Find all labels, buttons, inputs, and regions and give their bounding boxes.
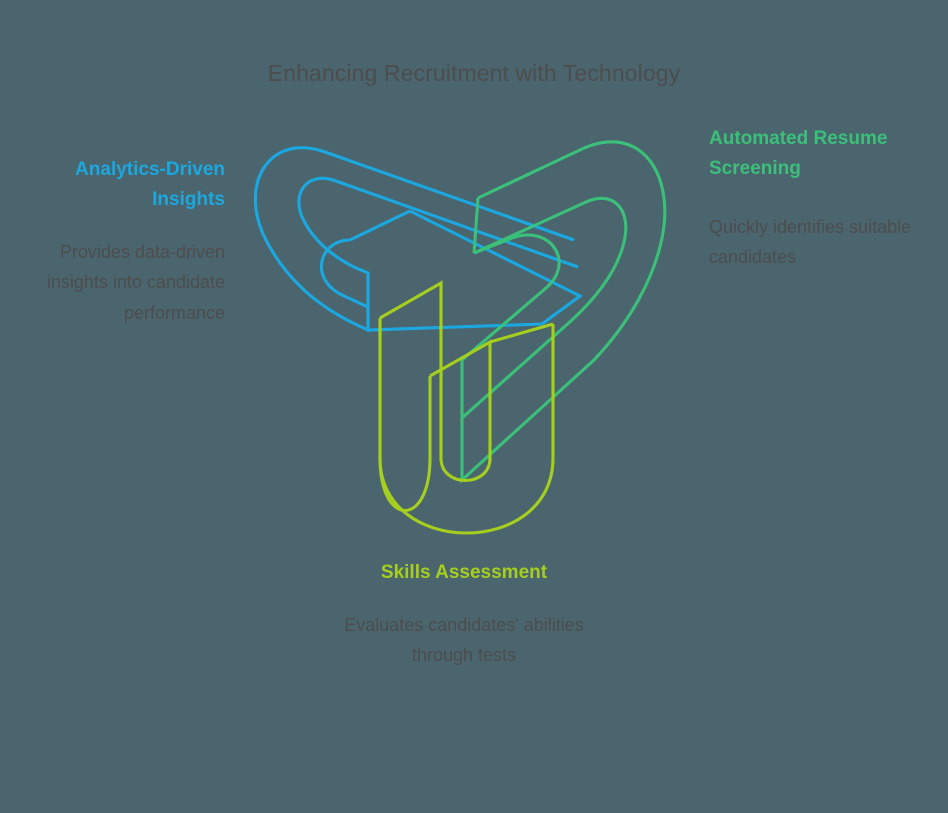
node-screening-heading: Automated Resume Screening [709, 128, 888, 180]
page-title: Enhancing Recruitment with Technology [267, 60, 681, 86]
node-screening-description: Quickly identifies suitable candidates [709, 217, 912, 268]
interlocking-trefoil-knot-graphic [250, 128, 680, 538]
analytics-arm-inner-top [349, 209, 411, 242]
node-analytics-heading: Analytics-Driven Insights [75, 159, 225, 211]
analytics-arm-center-band [409, 209, 583, 326]
skills-arm-inner-hook [429, 339, 492, 448]
node-skills-description: Evaluates candidates' abilities through … [344, 615, 584, 666]
skills-arm-left-edge [379, 280, 443, 424]
skills-arm-right-inner [439, 424, 492, 482]
analytics-arm-inner-stroke [319, 238, 369, 309]
node-skills-heading: Skills Assessment [380, 562, 548, 583]
node-skills-assessment: Skills Assessment Evaluates candidates' … [344, 558, 584, 670]
node-analytics-description: Provides data-driven insights into candi… [46, 242, 225, 323]
node-automated-resume-screening: Automated Resume Screening Quickly ident… [709, 124, 937, 273]
diagram-canvas: Enhancing Recruitment with Technology An… [0, 0, 948, 813]
node-analytics-driven-insights: Analytics-Driven Insights Provides data-… [10, 155, 225, 328]
screening-arm-stroke [460, 140, 667, 484]
skills-arm-stroke [378, 318, 432, 513]
skills-arm-outer [378, 318, 555, 535]
